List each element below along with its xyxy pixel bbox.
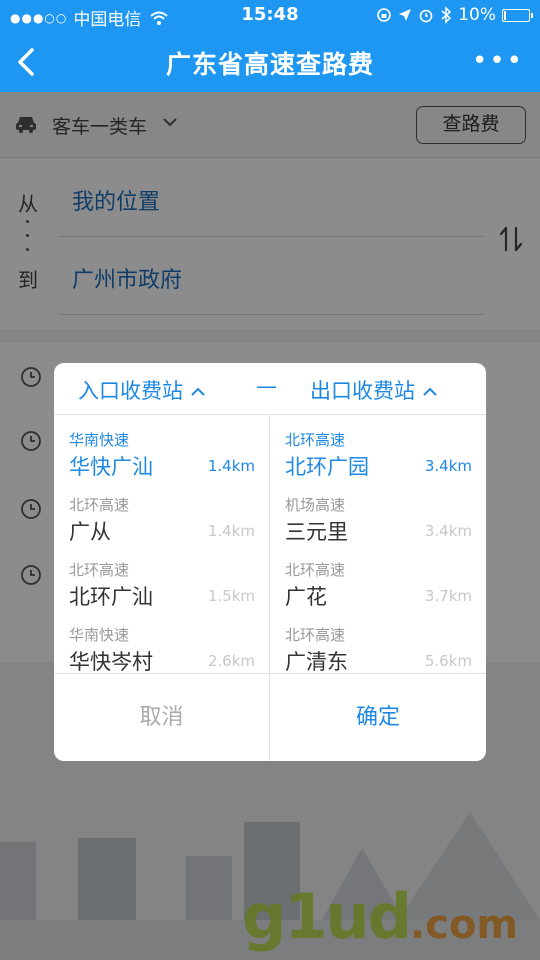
bluetooth-icon	[441, 6, 452, 24]
entry-station-item[interactable]: 北环高速 北环广汕 1.5km	[54, 545, 269, 610]
entry-station-item[interactable]: 北环高速 广从 1.4km	[54, 480, 269, 545]
header-separator: —	[256, 374, 277, 398]
exit-station-item[interactable]: 北环高速 广花 3.7km	[270, 545, 486, 610]
exit-station-item[interactable]: 机场高速 三元里 3.4km	[270, 480, 486, 545]
exit-station-item[interactable]: 北环高速 北环广园 3.4km	[270, 415, 486, 480]
confirm-button[interactable]: 确定	[270, 674, 486, 761]
battery-fill	[504, 10, 506, 20]
picker-footer: 取消 确定	[54, 673, 486, 761]
entry-title: 入口收费站	[78, 379, 183, 403]
station-road: 北环高速	[285, 626, 346, 644]
station-distance: 2.6km	[207, 652, 255, 670]
station-road: 华南快速	[69, 431, 130, 449]
battery-percent: 10%	[458, 5, 496, 25]
station-distance: 1.4km	[207, 457, 255, 475]
tab-exit-station[interactable]: 出口收费站	[310, 375, 437, 405]
entry-station-item[interactable]: 华南快速 华快岑村 2.6km	[54, 610, 269, 673]
chevron-up-icon	[191, 387, 205, 396]
station-name: 广清东	[285, 650, 348, 673]
station-distance: 1.5km	[207, 587, 255, 605]
station-road: 华南快速	[69, 626, 130, 644]
station-road: 北环高速	[69, 496, 130, 514]
chevron-up-icon	[423, 387, 437, 396]
entry-station-item[interactable]: 华南快速 华快广汕 1.4km	[54, 415, 269, 480]
station-distance: 1.4km	[207, 522, 255, 540]
station-road: 北环高速	[285, 561, 346, 579]
more-dots-icon[interactable]: •••	[472, 48, 524, 74]
station-name: 北环广汕	[69, 585, 153, 609]
alarm-icon	[419, 9, 433, 23]
status-right: 10%	[376, 5, 533, 25]
station-name: 华快岑村	[69, 650, 153, 673]
tab-entry-station[interactable]: 入口收费站	[78, 375, 205, 405]
station-road: 北环高速	[285, 431, 346, 449]
exit-title: 出口收费站	[310, 379, 415, 403]
page-title: 广东省高速查路费	[165, 50, 374, 79]
location-icon	[399, 9, 412, 21]
station-name: 华快广汕	[69, 455, 153, 479]
rotation-lock-icon	[377, 8, 392, 22]
station-road: 北环高速	[69, 561, 130, 579]
picker-header: 入口收费站 — 出口收费站	[54, 363, 486, 415]
cancel-button[interactable]: 取消	[54, 674, 269, 761]
toll-station-picker: 入口收费站 — 出口收费站 华南快速 华快广汕 1.4km 北环高速 广从 1.…	[54, 363, 486, 761]
station-name: 三元里	[285, 520, 348, 544]
nav-bar: 广东省高速查路费 •••	[0, 32, 540, 92]
status-bar: ●●●○○ 中国电信 15:48 10%	[0, 0, 540, 32]
battery-icon	[502, 8, 533, 22]
station-name: 北环广园	[285, 455, 369, 479]
station-distance: 3.7km	[424, 587, 472, 605]
station-name: 广从	[69, 520, 111, 544]
station-road: 机场高速	[285, 496, 346, 514]
station-distance: 3.4km	[424, 522, 472, 540]
entry-station-list[interactable]: 华南快速 华快广汕 1.4km 北环高速 广从 1.4km 北环高速 北环广汕 …	[54, 415, 269, 673]
station-distance: 3.4km	[424, 457, 472, 475]
exit-station-item[interactable]: 北环高速 广清东 5.6km	[270, 610, 486, 673]
exit-station-list[interactable]: 北环高速 北环广园 3.4km 机场高速 三元里 3.4km 北环高速 广花 3…	[270, 415, 486, 673]
station-distance: 5.6km	[424, 652, 472, 670]
station-name: 广花	[285, 585, 327, 609]
